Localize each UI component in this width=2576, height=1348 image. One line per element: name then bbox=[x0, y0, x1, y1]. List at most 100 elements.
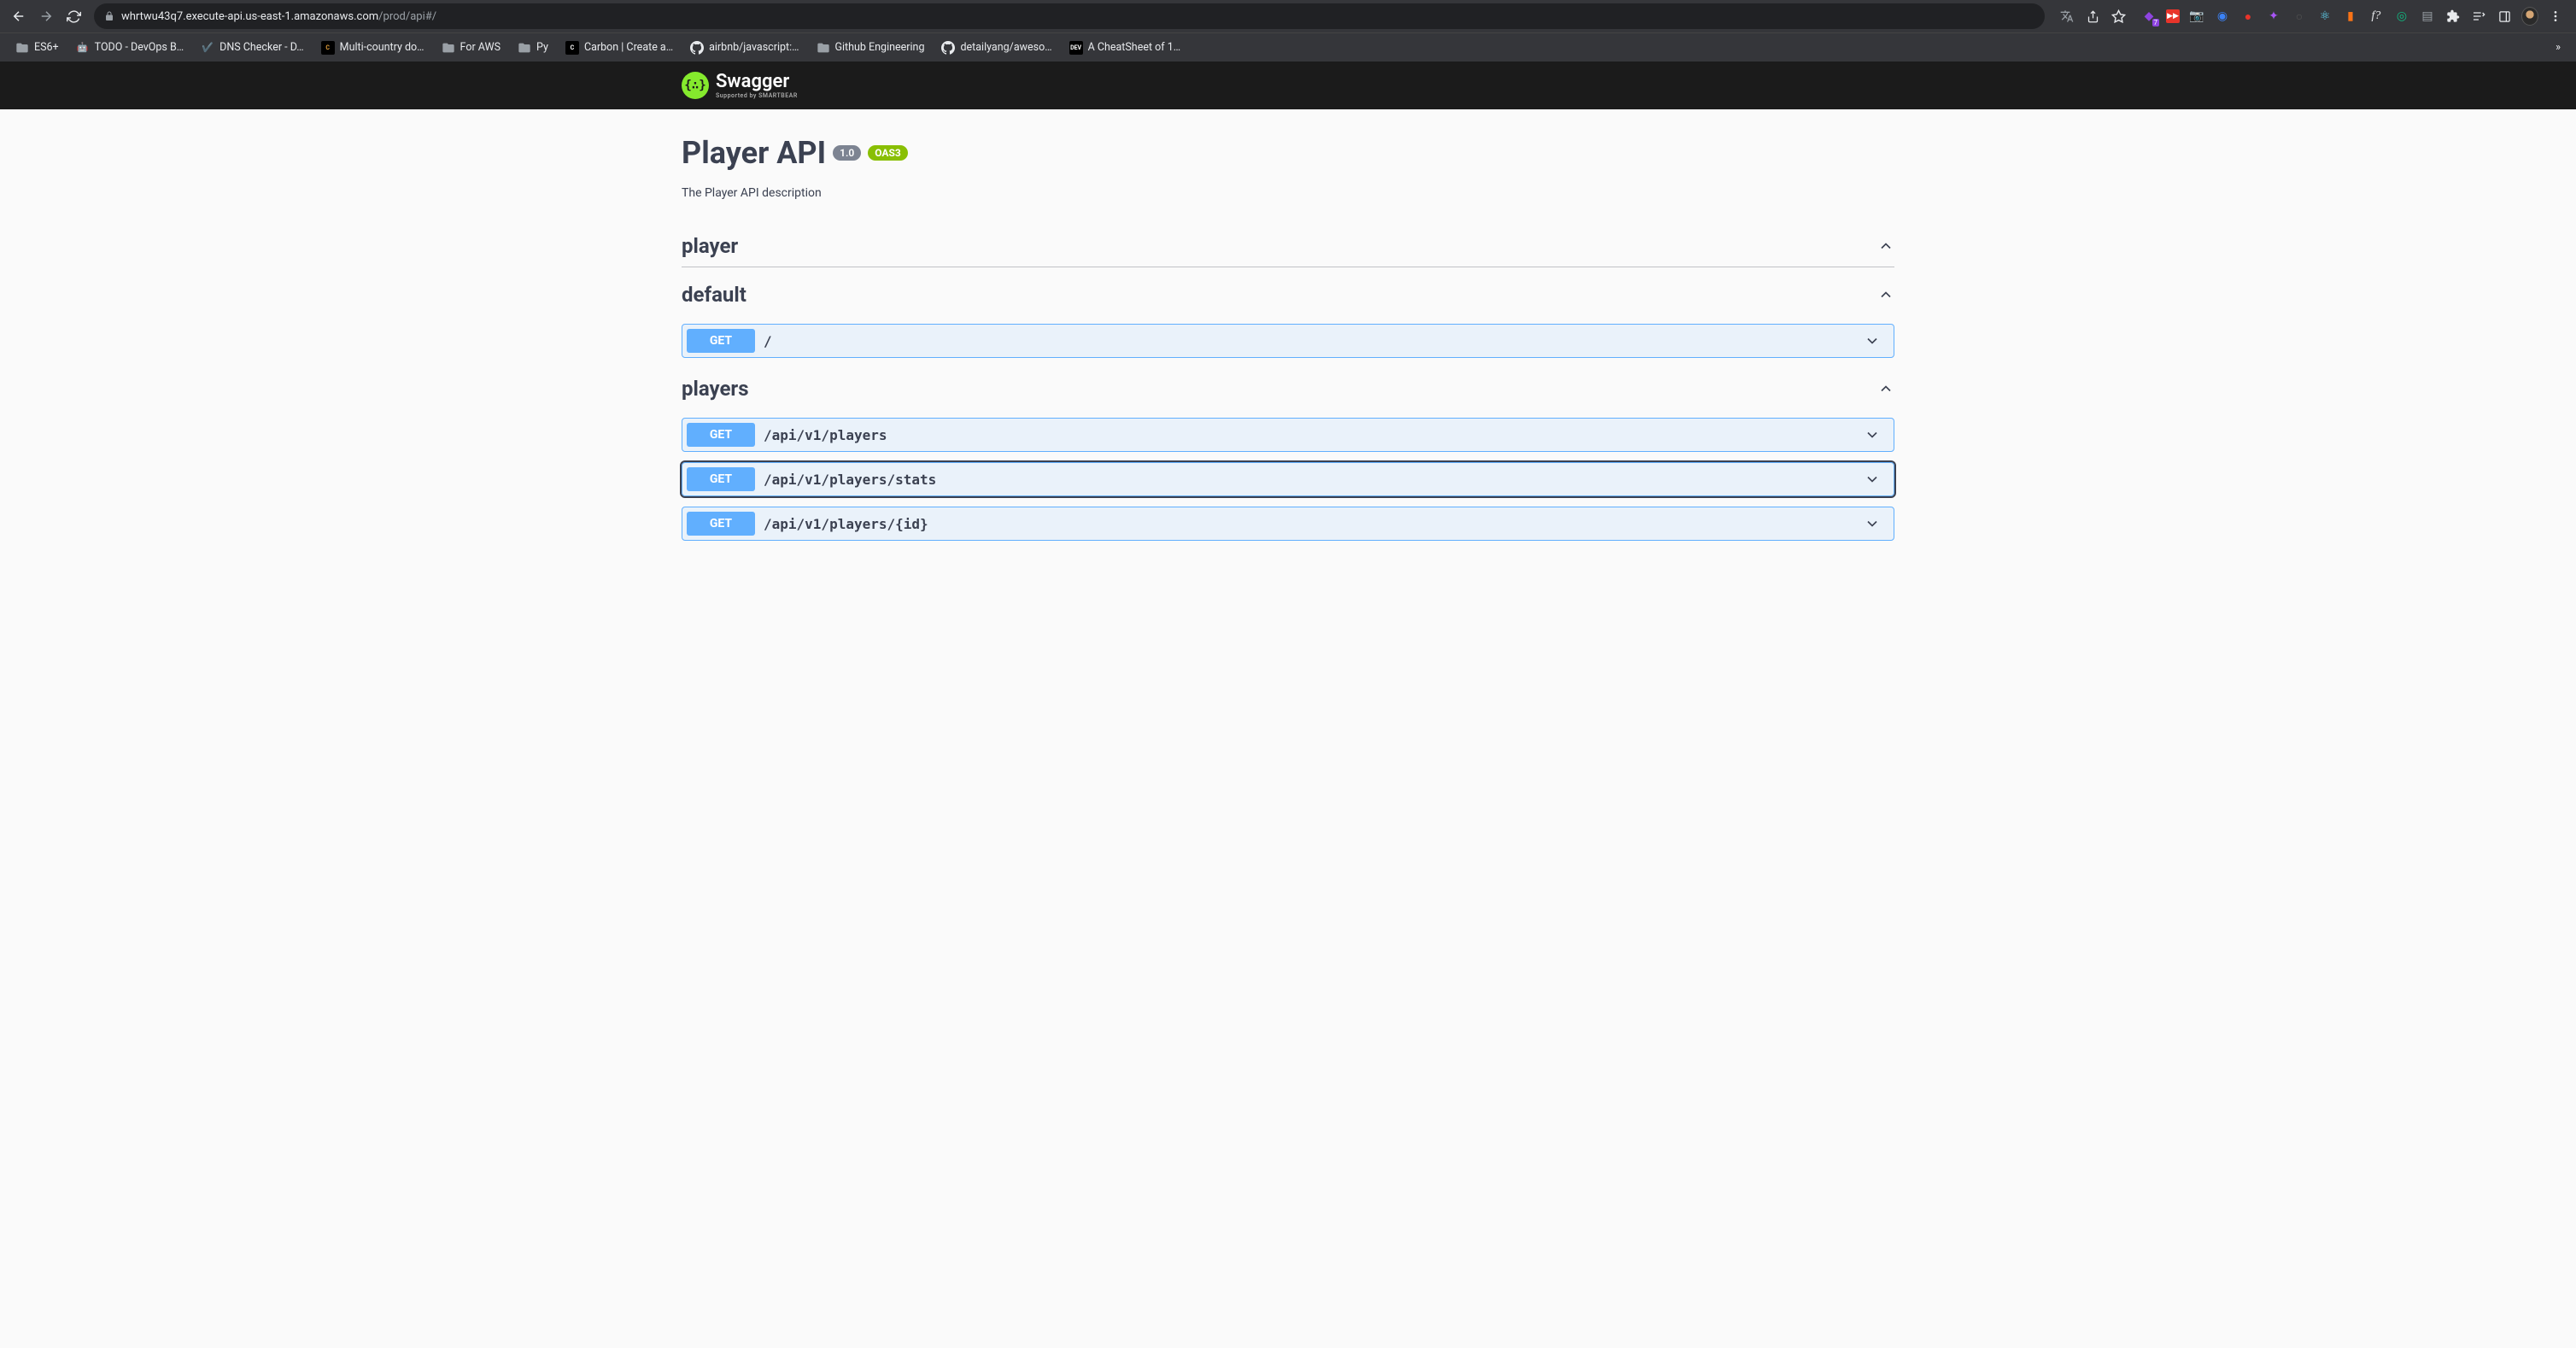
bookmark-favicon: 🤖 bbox=[76, 41, 90, 55]
bookmark-item[interactable]: 🤖 TODO - DevOps B… bbox=[69, 37, 190, 59]
extension-icon-7[interactable]: ○ bbox=[2291, 8, 2308, 25]
bookmark-item[interactable]: Py bbox=[511, 37, 555, 59]
http-method-badge: GET bbox=[687, 467, 755, 491]
extension-icon-2[interactable]: ▶▶ bbox=[2166, 9, 2180, 23]
chevron-up-icon bbox=[1877, 286, 1894, 303]
profile-avatar[interactable] bbox=[2521, 8, 2538, 25]
share-icon[interactable] bbox=[2084, 8, 2101, 25]
bookmark-item[interactable]: For AWS bbox=[435, 37, 508, 59]
extension-icon-8[interactable]: ⚛ bbox=[2316, 8, 2333, 25]
operation-block[interactable]: GET/api/v1/players/{id} bbox=[682, 507, 1894, 541]
bookmark-favicon: C bbox=[565, 41, 579, 55]
tag-section-player: player bbox=[682, 226, 1894, 267]
bookmark-label: detailyang/aweso… bbox=[960, 41, 1051, 54]
reload-button[interactable] bbox=[61, 4, 85, 28]
back-button[interactable] bbox=[7, 4, 31, 28]
extension-icon-9[interactable]: ▮ bbox=[2342, 8, 2359, 25]
bookmark-item[interactable]: C Multi-country do… bbox=[314, 37, 431, 59]
bookmark-label: TODO - DevOps B… bbox=[95, 41, 184, 54]
operation-path: /api/v1/players bbox=[764, 427, 1864, 443]
swagger-logo-icon: {∴} bbox=[682, 72, 709, 99]
bookmark-label: ES6+ bbox=[34, 41, 59, 54]
tag-name: default bbox=[682, 283, 746, 307]
github-icon bbox=[941, 41, 955, 55]
extension-icon-1[interactable]: ◆ bbox=[2140, 8, 2157, 25]
extension-icon-3[interactable]: 📷 bbox=[2188, 8, 2205, 25]
tag-name: players bbox=[682, 377, 749, 401]
url-actions bbox=[2053, 8, 2132, 25]
chevron-down-icon bbox=[1864, 426, 1889, 443]
http-method-badge: GET bbox=[687, 512, 755, 536]
browser-chrome: whrtwu43q7.execute-api.us-east-1.amazona… bbox=[0, 0, 2576, 62]
bookmark-label: airbnb/javascript:… bbox=[709, 41, 799, 54]
bookmark-favicon: DEV bbox=[1069, 41, 1083, 55]
lock-icon bbox=[104, 11, 114, 21]
operation-block[interactable]: GET/ bbox=[682, 324, 1894, 358]
extension-icon-4[interactable]: ◉ bbox=[2214, 8, 2231, 25]
bookmark-favicon: C bbox=[321, 41, 335, 55]
bookmark-label: DNS Checker - D… bbox=[220, 41, 304, 54]
operations-list: GET/api/v1/playersGET/api/v1/players/sta… bbox=[682, 418, 1894, 541]
bookmark-item[interactable]: ✔️ DNS Checker - D… bbox=[194, 37, 311, 59]
oas-badge: OAS3 bbox=[868, 145, 908, 161]
tag-header[interactable]: player bbox=[682, 226, 1894, 267]
operation-path: /api/v1/players/{id} bbox=[764, 516, 1864, 532]
http-method-badge: GET bbox=[687, 423, 755, 447]
extension-icon-5[interactable]: ● bbox=[2239, 8, 2257, 25]
chevron-down-icon bbox=[1864, 332, 1889, 349]
translate-icon[interactable] bbox=[2058, 8, 2075, 25]
http-method-badge: GET bbox=[687, 329, 755, 353]
chevron-down-icon bbox=[1864, 515, 1889, 532]
bookmark-label: A CheatSheet of 1… bbox=[1088, 41, 1181, 54]
chevron-up-icon bbox=[1877, 237, 1894, 255]
tag-section-players: playersGET/api/v1/playersGET/api/v1/play… bbox=[682, 368, 1894, 541]
url-bar[interactable]: whrtwu43q7.execute-api.us-east-1.amazona… bbox=[94, 3, 2045, 29]
bookmarks-bar: ES6+ 🤖 TODO - DevOps B… ✔️ DNS Checker - D… C… bbox=[0, 32, 2576, 62]
reading-list-icon[interactable] bbox=[2470, 8, 2487, 25]
bookmark-item[interactable]: C Carbon | Create a… bbox=[559, 37, 680, 59]
bookmark-label: Carbon | Create a… bbox=[584, 41, 673, 54]
operation-block[interactable]: GET/api/v1/players bbox=[682, 418, 1894, 452]
bookmark-star-icon[interactable] bbox=[2110, 8, 2127, 25]
browser-toolbar: whrtwu43q7.execute-api.us-east-1.amazona… bbox=[0, 0, 2576, 32]
extension-icon-6[interactable]: ✦ bbox=[2265, 8, 2282, 25]
bookmark-label: Multi-country do… bbox=[340, 41, 424, 54]
folder-icon bbox=[442, 41, 455, 55]
extension-icon-12[interactable]: ▤ bbox=[2419, 8, 2436, 25]
github-icon bbox=[690, 41, 704, 55]
extensions-button[interactable] bbox=[2444, 8, 2462, 25]
tag-name: player bbox=[682, 234, 738, 258]
tag-header[interactable]: default bbox=[682, 274, 1894, 315]
chevron-down-icon bbox=[1864, 471, 1889, 488]
swagger-brand-subtext: Supported by SMARTBEAR bbox=[716, 93, 798, 99]
bookmark-label: Github Engineering bbox=[835, 41, 925, 54]
bookmark-item[interactable]: detailyang/aweso… bbox=[934, 37, 1058, 59]
folder-icon bbox=[817, 41, 830, 55]
operation-block[interactable]: GET/api/v1/players/stats bbox=[682, 462, 1894, 496]
swagger-main: Player API 1.0 OAS3 The Player API descr… bbox=[664, 109, 1912, 577]
tag-section-default: default GET/ bbox=[682, 274, 1894, 358]
swagger-logo[interactable]: {∴} Swagger Supported by SMARTBEAR bbox=[682, 72, 798, 99]
extension-icons: ◆ ▶▶ 📷 ◉ ● ✦ ○ ⚛ ▮ f? ◎ ▤ bbox=[2135, 8, 2569, 25]
chevron-up-icon bbox=[1877, 380, 1894, 397]
bookmark-item[interactable]: airbnb/javascript:… bbox=[683, 37, 805, 59]
operation-path: /api/v1/players/stats bbox=[764, 472, 1864, 488]
operations-list: GET/ bbox=[682, 324, 1894, 358]
api-info: Player API 1.0 OAS3 The Player API descr… bbox=[682, 135, 1894, 200]
bookmark-item[interactable]: DEV A CheatSheet of 1… bbox=[1063, 37, 1188, 59]
bookmarks-overflow-button[interactable]: » bbox=[2549, 38, 2567, 57]
bookmark-item[interactable]: Github Engineering bbox=[810, 37, 932, 59]
side-panel-icon[interactable] bbox=[2496, 8, 2513, 25]
api-version-badge: 1.0 bbox=[833, 145, 861, 161]
bookmark-label: For AWS bbox=[460, 41, 501, 54]
bookmark-favicon: ✔️ bbox=[201, 41, 214, 55]
extension-icon-11[interactable]: ◎ bbox=[2393, 8, 2410, 25]
extension-icon-10[interactable]: f? bbox=[2368, 8, 2385, 25]
folder-icon bbox=[518, 41, 531, 55]
forward-button[interactable] bbox=[34, 4, 58, 28]
tag-header[interactable]: players bbox=[682, 368, 1894, 409]
api-description: The Player API description bbox=[682, 186, 1894, 200]
api-title: Player API bbox=[682, 135, 826, 171]
browser-menu-button[interactable] bbox=[2547, 8, 2564, 25]
bookmark-item[interactable]: ES6+ bbox=[9, 37, 66, 59]
